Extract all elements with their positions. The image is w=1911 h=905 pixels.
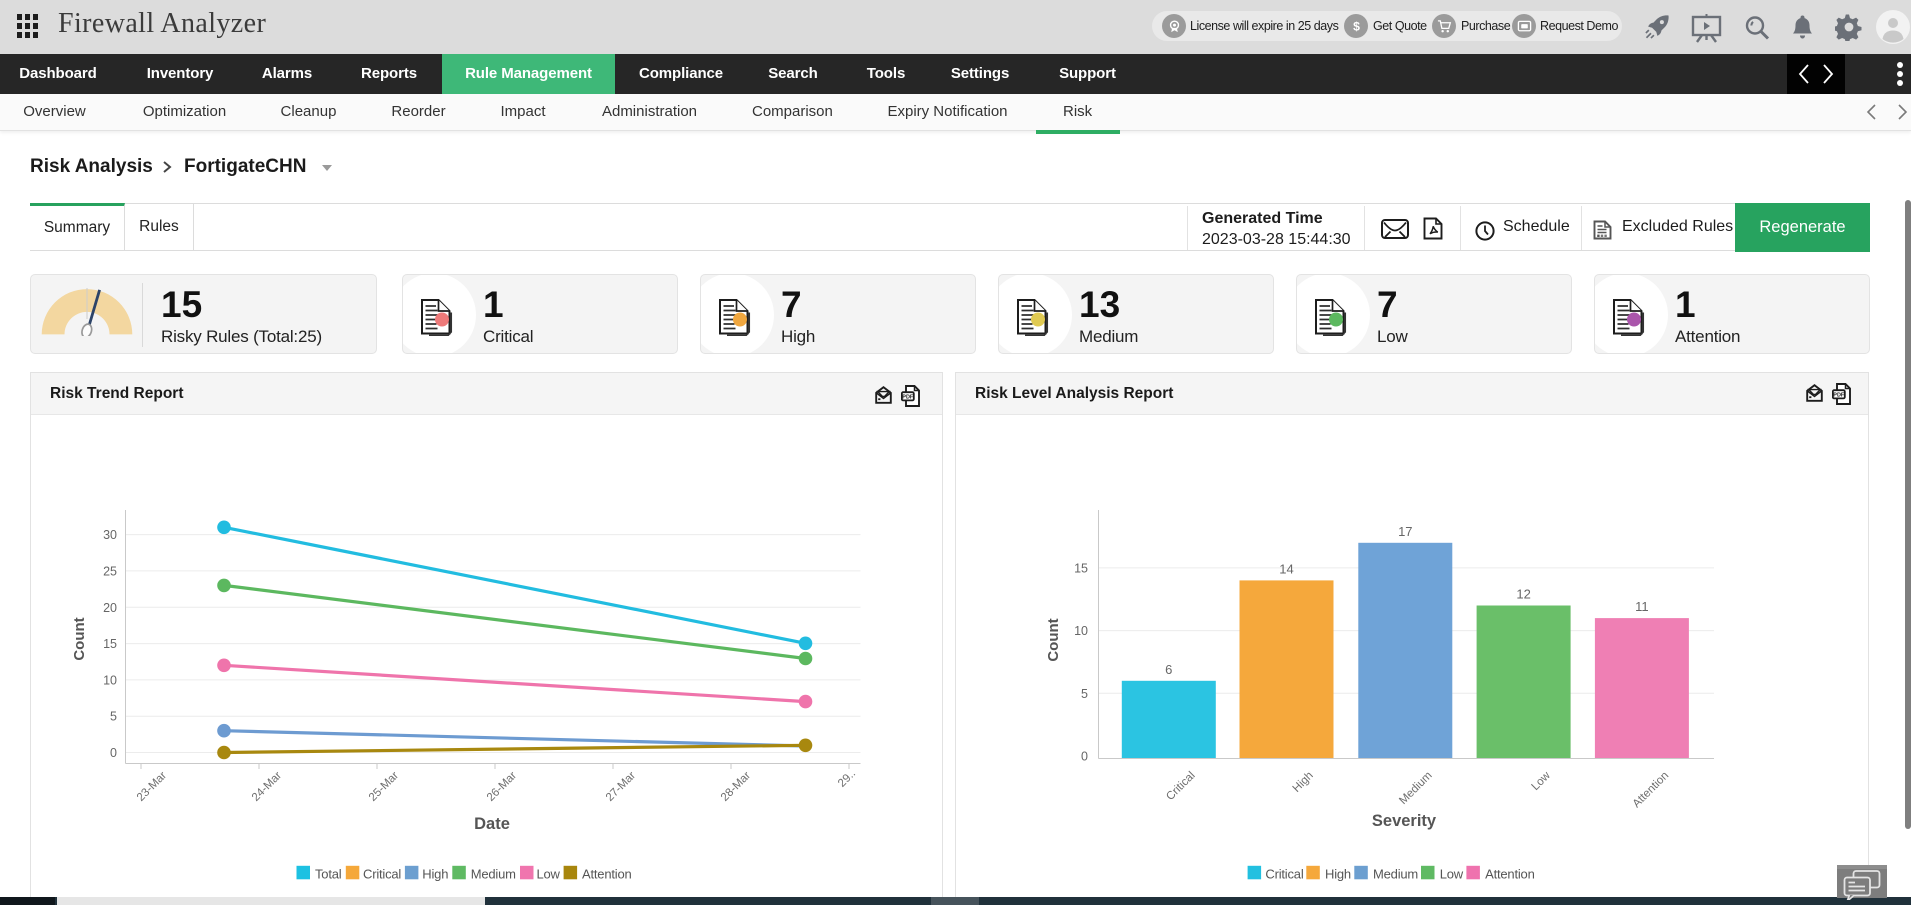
svg-text:High: High: [422, 867, 448, 882]
svg-text:5: 5: [1081, 687, 1088, 701]
svg-text:20: 20: [103, 601, 117, 615]
svg-text:Attention: Attention: [1631, 770, 1672, 811]
svg-text:26-Mar: 26-Mar: [485, 770, 519, 804]
svg-text:17: 17: [1398, 524, 1412, 539]
svg-text:30: 30: [103, 528, 117, 542]
svg-text:Medium: Medium: [1397, 770, 1434, 807]
svg-text:15: 15: [1074, 561, 1088, 575]
svg-text:10: 10: [1074, 624, 1088, 638]
svg-text:Critical: Critical: [1164, 770, 1197, 803]
svg-text:14: 14: [1279, 561, 1293, 576]
svg-text:Medium: Medium: [471, 867, 516, 882]
svg-text:Critical: Critical: [363, 867, 401, 882]
svg-text:Low: Low: [1440, 867, 1464, 882]
svg-text:6: 6: [1165, 662, 1172, 677]
svg-text:Count: Count: [1045, 618, 1062, 661]
svg-text:Low: Low: [537, 867, 561, 882]
svg-text:Attention: Attention: [582, 867, 632, 882]
svg-text:28-Mar: 28-Mar: [719, 770, 753, 804]
svg-text:29..: 29..: [836, 768, 858, 790]
svg-text:High: High: [1325, 867, 1351, 882]
svg-text:Medium: Medium: [1373, 867, 1418, 882]
svg-text:5: 5: [110, 710, 117, 724]
svg-text:24-Mar: 24-Mar: [250, 770, 284, 804]
svg-text:11: 11: [1635, 599, 1649, 614]
svg-text:Low: Low: [1530, 769, 1554, 793]
svg-text:25: 25: [103, 564, 117, 578]
svg-text:0: 0: [110, 746, 117, 760]
svg-text:23-Mar: 23-Mar: [135, 770, 169, 804]
svg-text:Attention: Attention: [1485, 867, 1535, 882]
svg-text:Count: Count: [71, 617, 88, 660]
svg-text:15: 15: [103, 637, 117, 651]
svg-text:$: $: [1353, 19, 1360, 33]
svg-text:25-Mar: 25-Mar: [367, 770, 401, 804]
svg-text:Total: Total: [315, 867, 342, 882]
svg-text:High: High: [1291, 770, 1316, 795]
svg-text:Severity: Severity: [1372, 812, 1437, 830]
svg-text:0: 0: [1081, 750, 1088, 764]
svg-text:12: 12: [1516, 587, 1530, 602]
svg-text:Critical: Critical: [1265, 867, 1303, 882]
svg-text:27-Mar: 27-Mar: [604, 770, 638, 804]
svg-text:10: 10: [103, 673, 117, 687]
svg-text:Date: Date: [474, 815, 510, 833]
